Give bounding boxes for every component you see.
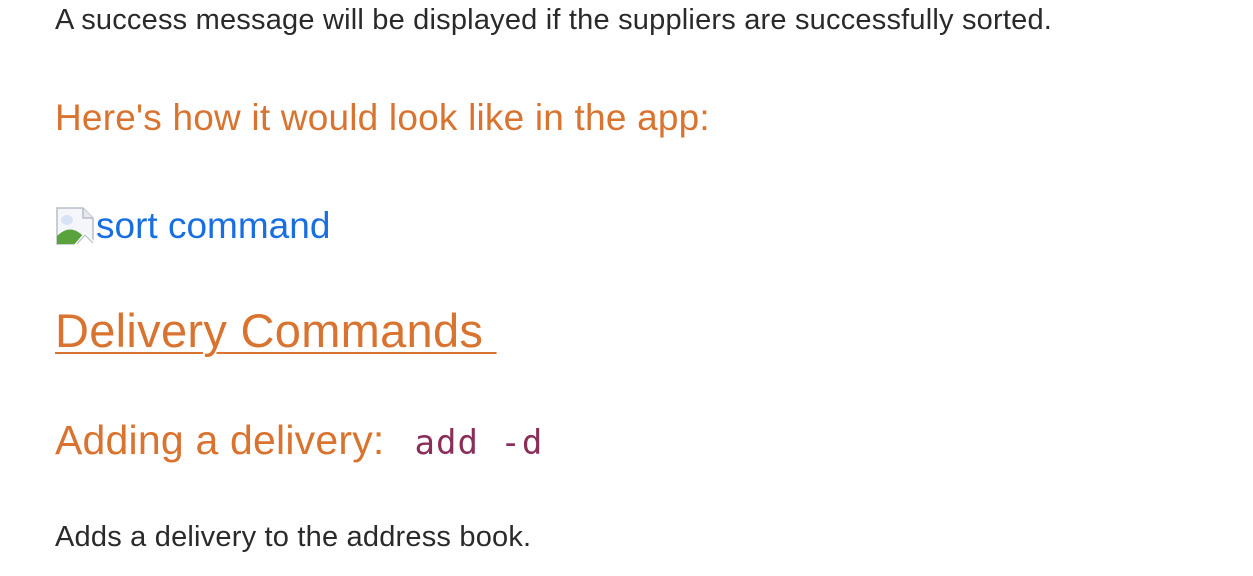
- success-message-paragraph: A success message will be displayed if t…: [55, 4, 1053, 36]
- app-preview-heading: Here's how it would look like in the app…: [55, 97, 710, 138]
- add-delivery-command-code: add -d: [414, 423, 544, 463]
- adding-delivery-heading-text: Adding a delivery:: [55, 417, 385, 463]
- adding-delivery-heading: Adding a delivery: add -d: [55, 414, 543, 466]
- delivery-commands-heading[interactable]: Delivery Commands: [55, 302, 497, 360]
- sort-command-image-link[interactable]: sort command: [55, 202, 330, 246]
- broken-image-icon: [55, 206, 95, 246]
- add-delivery-description: Adds a delivery to the address book.: [55, 521, 532, 553]
- sort-command-alt-text: sort command: [96, 205, 331, 246]
